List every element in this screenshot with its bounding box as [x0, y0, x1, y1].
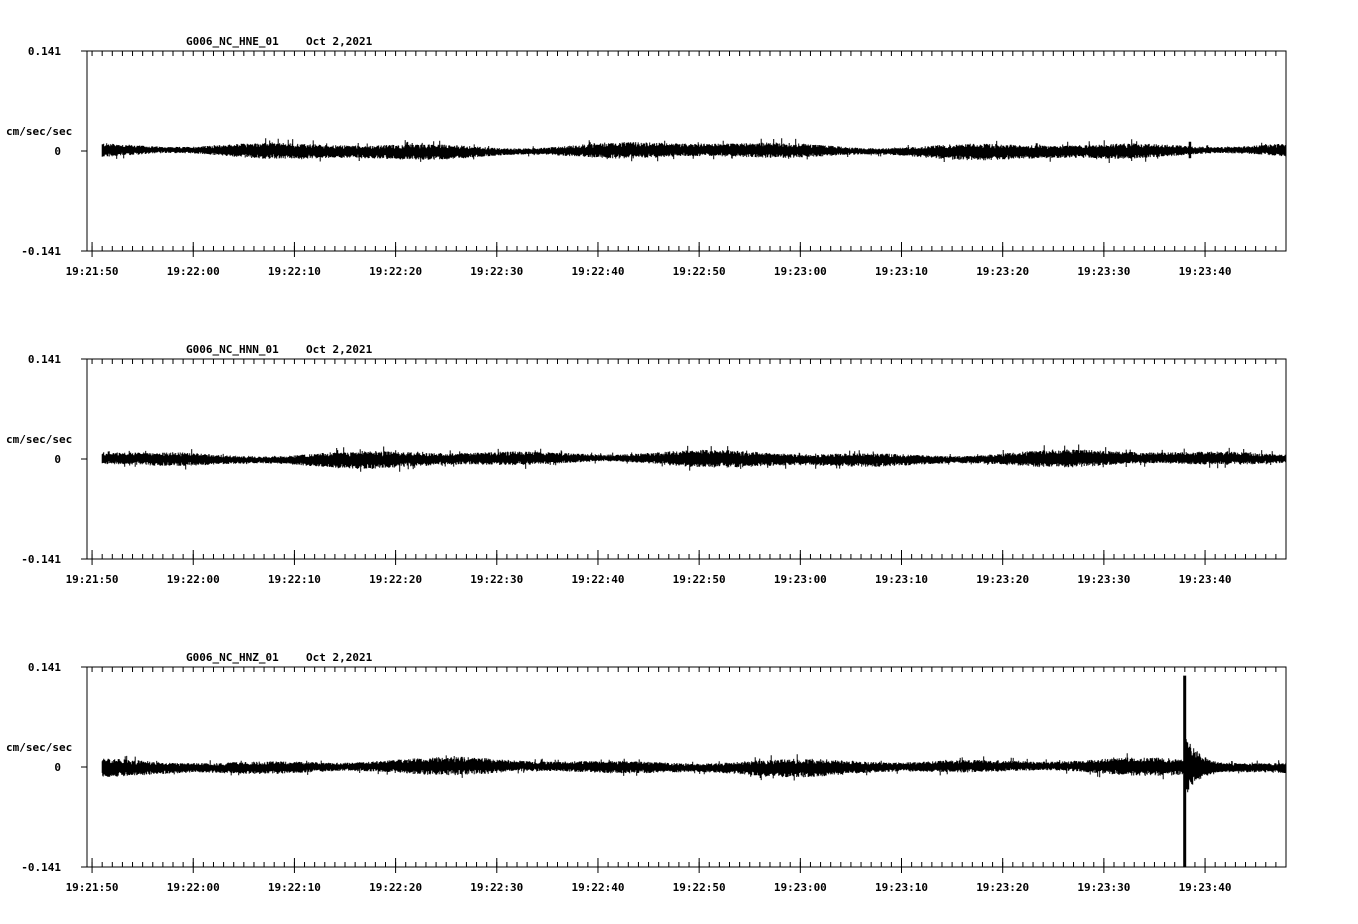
y-axis-label: cm/sec/sec [6, 741, 72, 754]
x-tick-label: 19:23:20 [976, 265, 1029, 278]
x-tick-label: 19:22:40 [571, 573, 624, 586]
waveform-trace [101, 675, 1287, 868]
x-tick-label: 19:23:00 [774, 573, 827, 586]
y-tick-label: 0 [54, 761, 61, 774]
y-tick-label: 0.141 [28, 45, 61, 58]
x-tick-label: 19:23:10 [875, 573, 928, 586]
panel-date: Oct 2,2021 [306, 343, 373, 356]
x-tick-label: 19:21:50 [66, 265, 119, 278]
seismogram-figure: 0.141 0 -0.141 cm/sec/sec G006_NC_HNE_01 Oct … [6, 35, 1287, 894]
x-tick-label: 19:23:30 [1077, 881, 1130, 894]
x-tick-label: 19:22:00 [167, 881, 220, 894]
panel-2: 0.141 0 -0.141 cm/sec/sec G006_NC_HNZ_01 Oct … [6, 651, 1287, 894]
y-tick-label: -0.141 [21, 861, 61, 874]
x-tick-label: 19:22:50 [673, 881, 726, 894]
x-tick-label: 19:22:00 [167, 573, 220, 586]
x-tick-label: 19:22:10 [268, 265, 321, 278]
y-tick-label: 0 [54, 145, 61, 158]
panel-0: 0.141 0 -0.141 cm/sec/sec G006_NC_HNE_01 Oct … [6, 35, 1287, 278]
x-tick-label: 19:22:10 [268, 573, 321, 586]
x-tick-label: 19:22:10 [268, 881, 321, 894]
x-tick-label: 19:22:40 [571, 881, 624, 894]
x-tick-label: 19:22:20 [369, 265, 422, 278]
panel-title: G006_NC_HNE_01 [186, 35, 279, 48]
y-tick-label: -0.141 [21, 553, 61, 566]
x-tick-label: 19:22:00 [167, 265, 220, 278]
x-tick-label: 19:22:30 [470, 573, 523, 586]
x-tick-label: 19:21:50 [66, 881, 119, 894]
x-tick-label: 19:23:30 [1077, 265, 1130, 278]
panel-title: G006_NC_HNN_01 [186, 343, 279, 356]
x-tick-label: 19:21:50 [66, 573, 119, 586]
x-tick-label: 19:22:20 [369, 573, 422, 586]
waveform-trace [101, 138, 1287, 163]
x-tick-label: 19:22:30 [470, 265, 523, 278]
x-tick-label: 19:22:50 [673, 573, 726, 586]
panel-title: G006_NC_HNZ_01 [186, 651, 279, 664]
y-tick-label: 0.141 [28, 353, 61, 366]
x-tick-label: 19:22:40 [571, 265, 624, 278]
x-tick-label: 19:23:20 [976, 573, 1029, 586]
x-tick-label: 19:22:30 [470, 881, 523, 894]
y-axis-label: cm/sec/sec [6, 433, 72, 446]
x-tick-label: 19:23:30 [1077, 573, 1130, 586]
panel-date: Oct 2,2021 [306, 651, 373, 664]
panel-date: Oct 2,2021 [306, 35, 373, 48]
x-tick-label: 19:22:50 [673, 265, 726, 278]
x-tick-label: 19:22:20 [369, 881, 422, 894]
panel-1: 0.141 0 -0.141 cm/sec/sec G006_NC_HNN_01 Oct … [6, 343, 1287, 586]
x-tick-label: 19:23:40 [1179, 265, 1232, 278]
x-tick-label: 19:23:10 [875, 881, 928, 894]
x-tick-label: 19:23:00 [774, 265, 827, 278]
x-tick-label: 19:23:00 [774, 881, 827, 894]
y-axis-label: cm/sec/sec [6, 125, 72, 138]
y-tick-label: 0 [54, 453, 61, 466]
x-tick-label: 19:23:20 [976, 881, 1029, 894]
x-tick-label: 19:23:10 [875, 265, 928, 278]
x-tick-label: 19:23:40 [1179, 881, 1232, 894]
y-tick-label: -0.141 [21, 245, 61, 258]
waveform-trace [101, 444, 1287, 472]
y-tick-label: 0.141 [28, 661, 61, 674]
x-tick-label: 19:23:40 [1179, 573, 1232, 586]
